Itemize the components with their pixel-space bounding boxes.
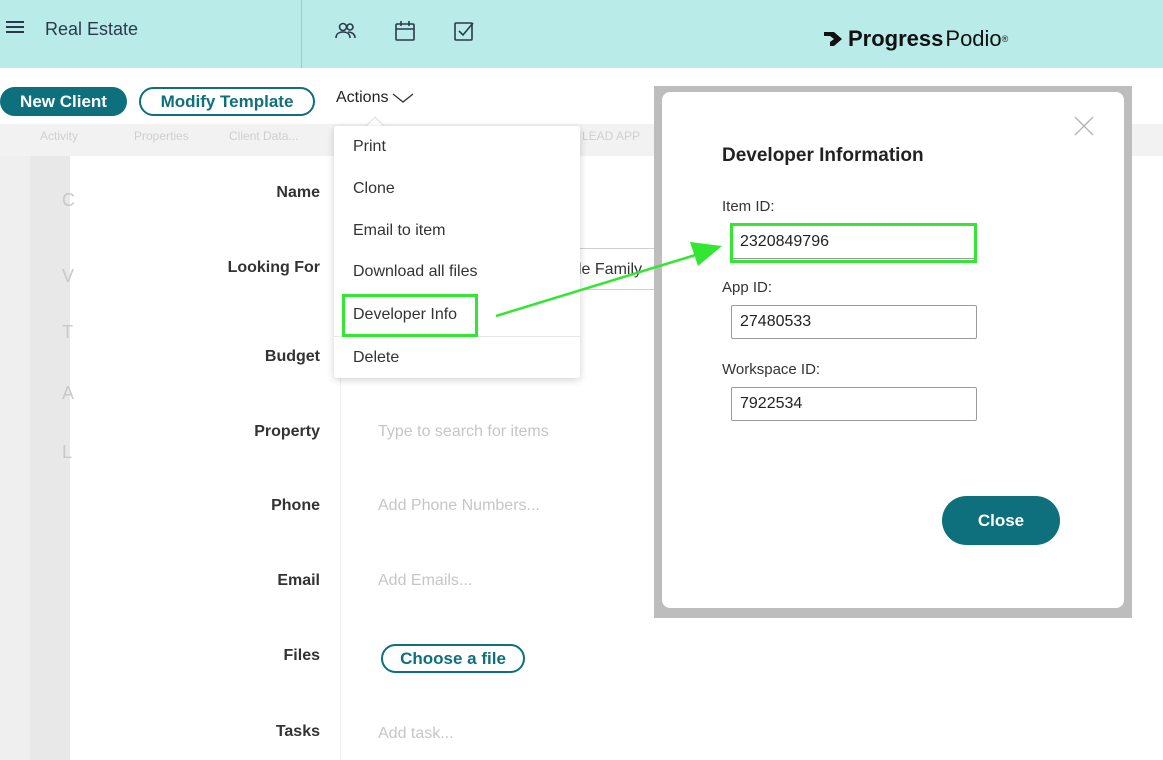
field-label-looking-for: Looking For [227,259,320,276]
close-icon[interactable] [1074,116,1094,136]
contacts-icon[interactable] [335,20,357,42]
tab-lead-app[interactable]: LEAD APP [582,129,640,143]
brand-name-bold: Progress [848,26,944,51]
brand-name-light: Podio [945,26,1002,51]
app-id-label: App ID: [722,279,773,296]
hamburger-menu-icon[interactable] [6,18,24,38]
sidebar-ghost-text: T [62,322,73,342]
workspace-id-field[interactable] [731,387,977,421]
field-label-email: Email [277,572,320,589]
top-navigation-bar: Real Estate Progress Podio ® [0,0,1163,68]
task-input[interactable]: Add task... [378,725,454,743]
new-client-button[interactable]: New Client [0,87,127,116]
field-label-phone: Phone [271,497,320,514]
choose-file-button[interactable]: Choose a file [381,644,525,673]
field-label-property: Property [254,423,320,440]
email-input[interactable]: Add Emails... [378,572,472,590]
sidebar-ghost-text: A [62,383,75,403]
modify-template-button[interactable]: Modify Template [139,87,315,116]
sidebar-ghost-text: L [62,442,73,462]
actions-menu-button[interactable]: Actions [336,89,414,107]
sidebar-ghost-text: C [62,190,75,210]
field-label-budget: Budget [264,348,320,365]
dialog-title: Developer Information [722,145,924,166]
menu-item-clone[interactable]: Clone [353,180,395,198]
phone-input[interactable]: Add Phone Numbers... [378,497,540,515]
field-label-tasks: Tasks [275,723,320,740]
close-button[interactable]: Close [942,496,1060,545]
tab-activity[interactable]: Activity [40,129,78,143]
app-id-field[interactable] [731,305,977,339]
menu-item-delete[interactable]: Delete [353,349,399,367]
item-id-highlight [730,223,977,263]
actions-label: Actions [336,89,389,106]
field-label-files: Files [283,647,320,664]
tab-properties[interactable]: Properties [134,129,189,143]
actions-dropdown-menu: Print Clone Email to item Download all f… [334,126,580,378]
sidebar-ghost-text: V [62,266,75,286]
tab-client-data[interactable]: Client Data... [229,129,298,143]
brand-trademark: ® [1001,34,1009,44]
looking-for-value: le Family [578,261,643,278]
developer-info-highlight [342,294,478,337]
item-id-label: Item ID: [722,198,775,215]
field-label-name: Name [276,184,320,201]
menu-item-email-to-item[interactable]: Email to item [353,222,445,240]
menu-item-download-all-files[interactable]: Download all files [353,263,478,281]
calendar-icon[interactable] [394,20,416,42]
progress-podio-logo: Progress Podio ® [822,26,1008,52]
chevron-down-icon [393,93,414,103]
property-search-input[interactable]: Type to search for items [378,423,549,441]
workspace-id-label: Workspace ID: [722,361,821,378]
menu-item-print[interactable]: Print [353,138,386,156]
tasks-icon[interactable] [453,20,475,42]
progress-logo-icon [824,32,842,46]
topbar-divider [301,0,302,68]
workspace-title[interactable]: Real Estate [45,19,138,40]
